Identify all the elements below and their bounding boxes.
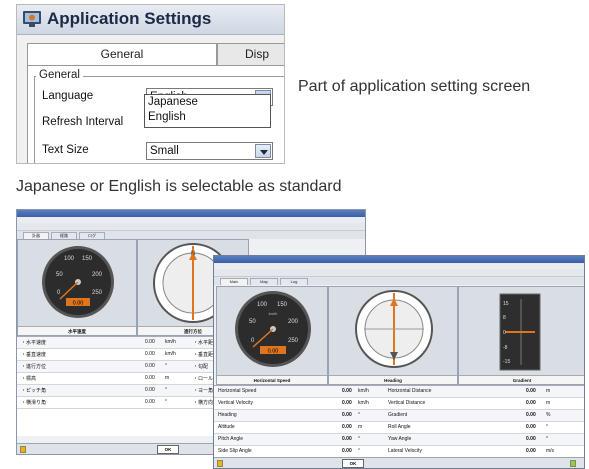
settings-dialog: Application Settings General Disp Genera… <box>16 4 285 164</box>
svg-text:200: 200 <box>92 272 103 278</box>
tab-meters[interactable]: 計器 <box>23 232 49 239</box>
heading-caption: Heading <box>329 375 457 384</box>
svg-text:-8: -8 <box>503 345 508 351</box>
dialog-title-bar: Application Settings <box>17 5 284 35</box>
speedometer-gauge: 0.00 50 100 150 200 250 0 km/h <box>235 291 311 367</box>
table-row: Altitude 0.00 m Roll Angle 0.00 ° <box>214 422 584 434</box>
svg-text:km/h: km/h <box>269 311 278 316</box>
tab-display[interactable]: Disp <box>217 43 284 65</box>
gradient-gauge: 15 8 0 -8 -15 <box>499 293 541 371</box>
status-bar: OK <box>214 457 584 468</box>
svg-text:50: 50 <box>56 272 63 278</box>
tab-log[interactable]: Log <box>280 278 308 285</box>
group-label: General <box>36 69 83 81</box>
ok-button[interactable]: OK <box>157 445 179 454</box>
svg-text:100: 100 <box>64 256 75 262</box>
text-size-select[interactable]: Small <box>146 142 273 160</box>
svg-text:250: 250 <box>288 338 299 344</box>
table-row: Heading 0.00 ° Gradient 0.00 % <box>214 410 584 422</box>
tab-log[interactable]: ログ <box>79 232 105 239</box>
status-led-icon <box>20 446 26 453</box>
language-dropdown-list: Japanese English <box>144 94 271 128</box>
text-size-label: Text Size <box>42 144 89 156</box>
dialog-caption: Part of application setting screen <box>298 78 531 95</box>
dropdown-option[interactable]: Japanese <box>148 95 270 110</box>
gradient-gauge-panel: 15 8 0 -8 -15 Gradient <box>458 286 584 385</box>
dialog-title: Application Settings <box>47 9 212 28</box>
tab-strip: 計器 経路 ログ <box>17 231 365 239</box>
app-window-english: Main Map Log 0.00 50 100 150 200 250 0 k… <box>213 255 585 469</box>
svg-text:N: N <box>191 251 195 257</box>
refresh-interval-label: Refresh Interval <box>42 116 124 128</box>
tab-main[interactable]: Main <box>220 278 248 285</box>
svg-text:50: 50 <box>249 319 256 325</box>
speed-caption: 水平速度 <box>18 326 136 335</box>
svg-text:8: 8 <box>503 315 506 321</box>
svg-text:-15: -15 <box>503 359 510 365</box>
data-table: Horizontal Speed 0.00 km/h Horizontal Di… <box>214 385 584 459</box>
window-title-bar <box>17 210 365 217</box>
speed-readout: 0.00 <box>268 349 279 355</box>
svg-text:15: 15 <box>503 301 509 307</box>
svg-text:100: 100 <box>257 302 268 308</box>
tab-map[interactable]: Map <box>250 278 278 285</box>
speed-caption: Horizontal Speed <box>217 375 327 384</box>
language-label: Language <box>42 90 94 102</box>
window-title-bar <box>214 256 584 263</box>
toolbar <box>17 223 365 231</box>
chevron-down-icon[interactable] <box>255 144 271 158</box>
tab-route[interactable]: 経路 <box>51 232 77 239</box>
svg-text:150: 150 <box>277 302 288 308</box>
gradient-caption: Gradient <box>459 375 584 384</box>
language-caption: Japanese or English is selectable as sta… <box>16 178 342 195</box>
dropdown-option[interactable]: English <box>148 110 270 125</box>
table-row: Vertical Velocity 0.00 km/h Vertical Dis… <box>214 398 584 410</box>
text-size-value: Small <box>150 145 179 157</box>
speed-readout: 0.00 <box>73 301 84 307</box>
ok-button[interactable]: OK <box>342 459 364 468</box>
compass-gauge <box>355 290 433 368</box>
svg-text:250: 250 <box>92 290 103 296</box>
dialog-tab-strip: General Disp <box>17 43 284 66</box>
svg-text:200: 200 <box>288 319 299 325</box>
toolbar <box>214 269 584 277</box>
speed-gauge-panel: 0.00 50 100 150 200 250 0 km/h Horizonta… <box>216 286 328 385</box>
svg-text:0: 0 <box>503 330 506 336</box>
speed-gauge-panel: 0.00 50 100 150 200 250 0 水平速度 <box>17 239 137 336</box>
status-led-icon <box>217 460 223 467</box>
heading-gauge-panel: Heading <box>328 286 458 385</box>
svg-text:150: 150 <box>82 256 93 262</box>
speedometer-gauge: 0.00 50 100 150 200 250 0 <box>42 246 114 318</box>
app-monitor-icon <box>23 11 41 27</box>
tab-general[interactable]: General <box>27 43 217 66</box>
table-row: Pitch Angle 0.00 ° Yaw Angle 0.00 ° <box>214 434 584 446</box>
tab-strip: Main Map Log <box>214 277 584 285</box>
table-row: Horizontal Speed 0.00 km/h Horizontal Di… <box>214 386 584 398</box>
status-led-icon <box>570 460 576 467</box>
